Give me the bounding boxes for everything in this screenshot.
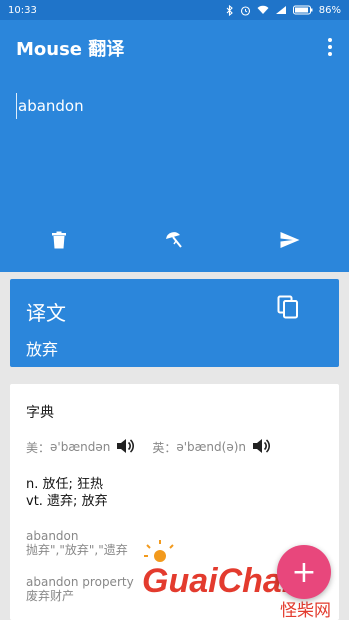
status-time: 10:33 [8, 4, 37, 16]
more-options-icon[interactable] [327, 38, 333, 56]
us-label: 美： [26, 440, 51, 455]
definitions: n. 放任; 狂热 vt. 遗弃; 放弃 [26, 476, 108, 510]
battery-level: 86% [318, 4, 341, 16]
definition-item: n. 放任; 狂热 [26, 477, 104, 492]
us-phonetic: 美： ə'bændən [26, 438, 135, 457]
dictionary-entry[interactable]: abandon 抛弃","放弃","遗弃 [26, 529, 128, 557]
uk-phonetic: 英： ə'bænd(ə)n [152, 438, 270, 457]
wifi-icon [257, 5, 269, 15]
status-bar: 10:33 86% [0, 0, 349, 20]
us-speaker-icon[interactable] [116, 438, 135, 457]
entry-meaning: 抛弃","放弃","遗弃 [26, 543, 128, 557]
input-text: abandon [18, 97, 84, 115]
uk-label: 英： [152, 440, 177, 455]
send-icon [280, 232, 300, 248]
translation-card: 译文 放弃 [10, 279, 339, 367]
us-phonetic-text: ə'bændən [50, 440, 111, 454]
umbrella-icon [166, 232, 182, 248]
uk-phonetic-text: ə'bænd(ə)n [176, 440, 246, 454]
app-title: Mouse 翻译 [16, 39, 125, 60]
signal-icon [275, 5, 287, 15]
text-input[interactable]: abandon [16, 93, 318, 119]
alarm-icon [240, 5, 251, 16]
status-icons: 86% [226, 4, 341, 16]
action-row [0, 225, 349, 265]
uk-speaker-icon[interactable] [252, 438, 270, 457]
add-button[interactable]: + [277, 545, 331, 599]
clear-format-button[interactable] [159, 225, 189, 255]
copy-icon [277, 295, 298, 319]
trash-icon [52, 231, 66, 249]
entry-meaning: 废弃财产 [26, 589, 75, 603]
copy-button[interactable] [277, 295, 305, 323]
phonetics-row: 美： ə'bændən 英： ə'bænd(ə)n [26, 437, 326, 457]
plus-icon: + [291, 554, 317, 590]
send-button[interactable] [275, 225, 305, 255]
app-header: Mouse 翻译 abandon [0, 20, 349, 272]
dictionary-entry[interactable]: abandon property 废弃财产 [26, 575, 134, 603]
translation-label: 译文 [26, 301, 66, 325]
dictionary-title: 字典 [26, 405, 54, 421]
entry-word: abandon [26, 529, 79, 543]
translation-result: 放弃 [26, 340, 59, 359]
battery-icon [292, 5, 313, 15]
entry-word: abandon property [26, 575, 134, 589]
bluetooth-icon [226, 4, 234, 16]
clear-button[interactable] [44, 225, 74, 255]
definition-item: vt. 遗弃; 放弃 [26, 494, 108, 509]
